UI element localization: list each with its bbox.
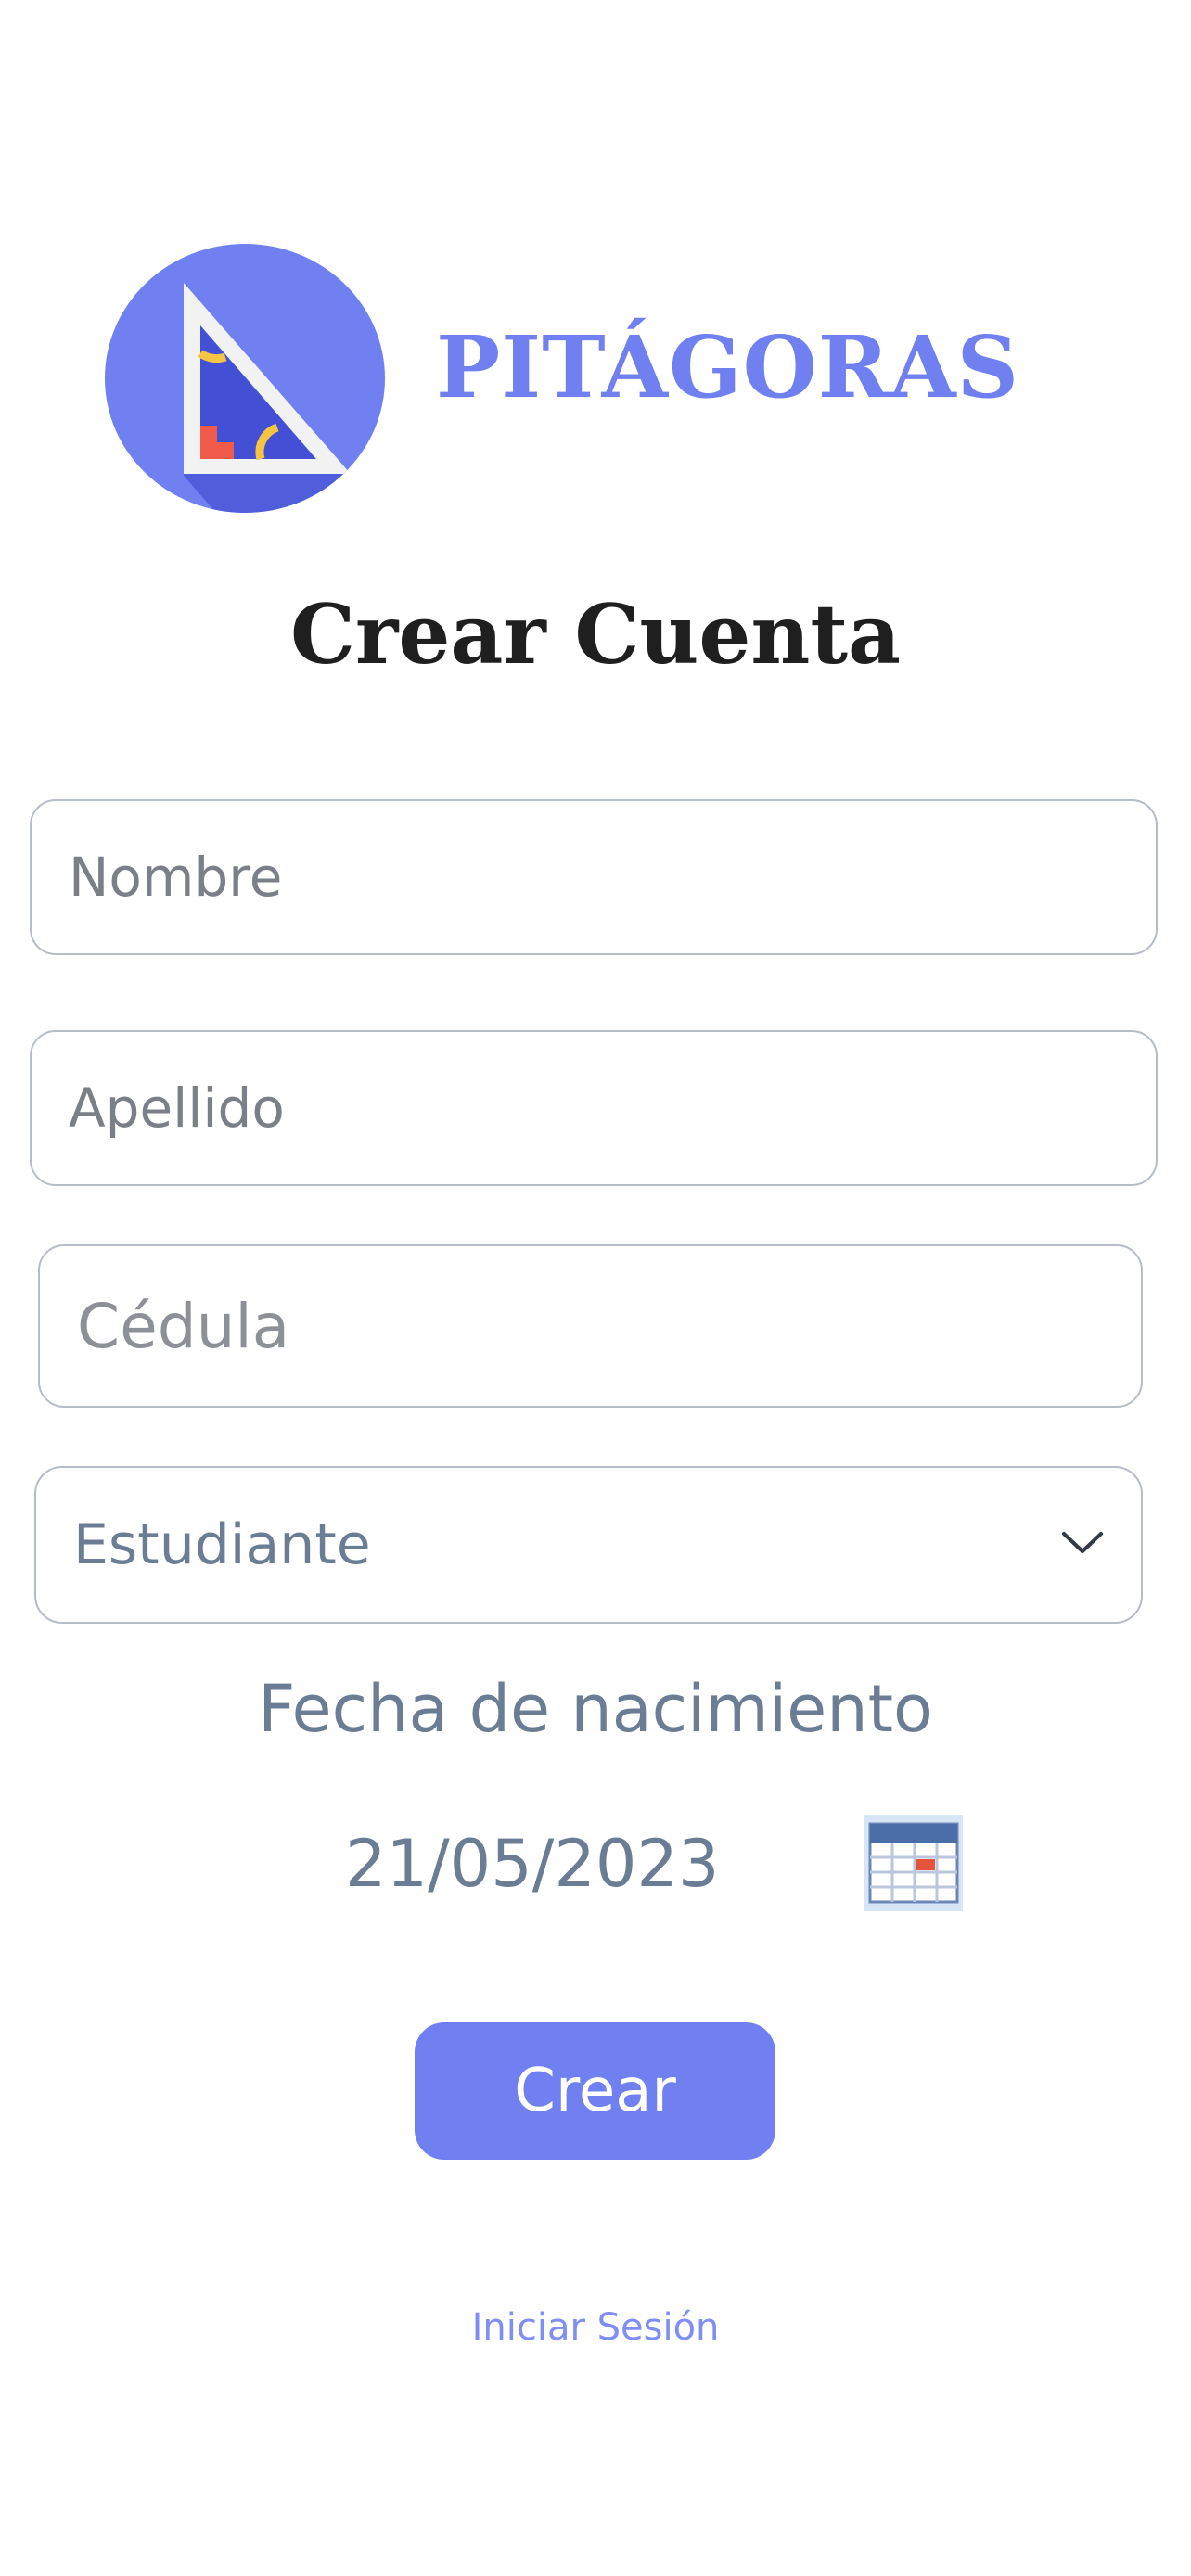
birth-date-label: Fecha de nacimiento bbox=[258, 1671, 933, 1747]
role-select-value: Estudiante bbox=[73, 1512, 371, 1577]
calendar-icon[interactable] bbox=[864, 1815, 963, 1911]
login-link[interactable]: Iniciar Sesión bbox=[0, 2309, 1191, 2346]
create-button[interactable]: Crear bbox=[415, 2022, 775, 2160]
brand-name: PITÁGORAS bbox=[436, 317, 1020, 417]
cedula-input[interactable] bbox=[38, 1244, 1143, 1408]
logo-icon bbox=[105, 244, 385, 513]
nombre-input[interactable] bbox=[30, 799, 1158, 955]
apellido-input[interactable] bbox=[30, 1030, 1158, 1186]
page-title: Crear Cuenta bbox=[289, 586, 902, 682]
role-select[interactable]: Estudiante bbox=[34, 1466, 1143, 1624]
birth-date-value[interactable]: 21/05/2023 bbox=[345, 1831, 719, 1896]
chevron-down-icon bbox=[1059, 1529, 1106, 1561]
